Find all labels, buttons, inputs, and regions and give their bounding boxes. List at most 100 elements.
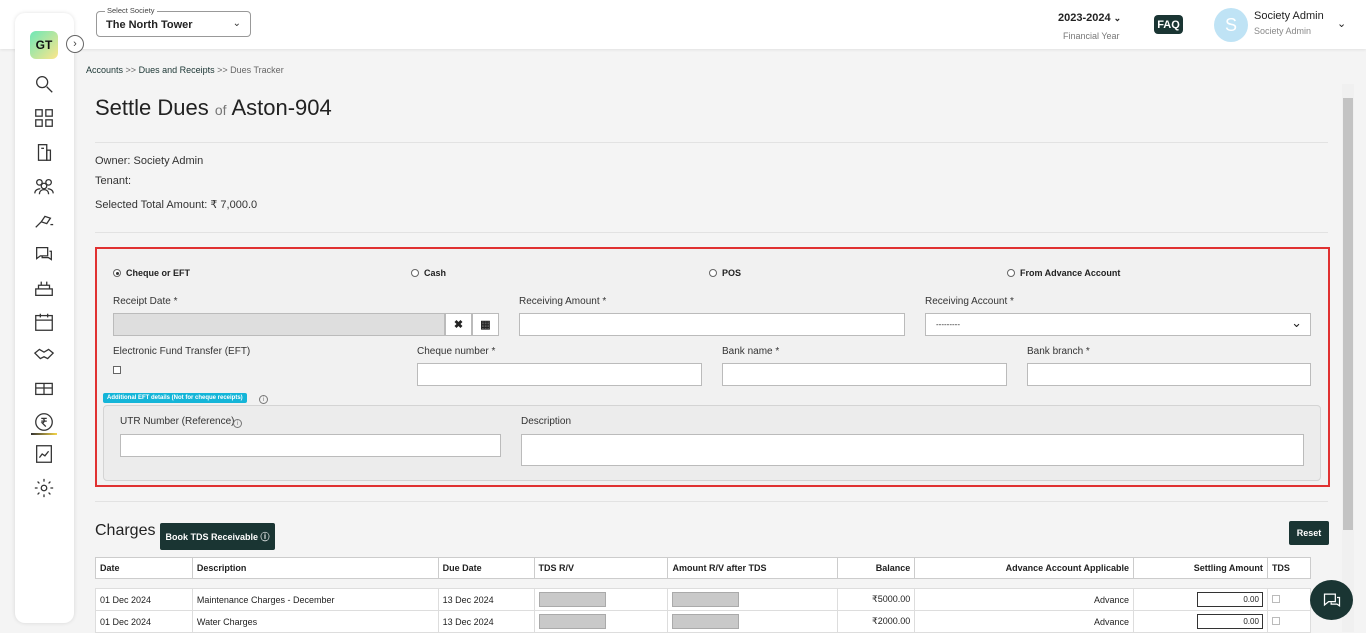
selected-total: Selected Total Amount: ₹ 7,000.0: [95, 199, 258, 211]
calendar-icon[interactable]: [33, 311, 55, 333]
settling-amount-input[interactable]: 0.00: [1196, 614, 1263, 629]
financial-year-select[interactable]: 2023-2024 ⌄: [1058, 12, 1121, 24]
charges-table: Date Description Due Date TDS R/V Amount…: [95, 557, 1312, 633]
radio-dot[interactable]: [709, 269, 717, 277]
sidebar-collapse-icon[interactable]: ›: [66, 35, 84, 53]
society-select-label: Select Society: [105, 6, 157, 15]
cell-advance: Advance: [914, 610, 1135, 633]
users-icon[interactable]: [33, 175, 55, 197]
financial-year-value: 2023-2024: [1058, 12, 1111, 24]
cell-date: 01 Dec 2024: [95, 610, 193, 633]
column-header[interactable]: Due Date: [437, 557, 535, 579]
parking-icon[interactable]: [33, 377, 55, 399]
breadcrumb-accounts[interactable]: Accounts: [86, 65, 123, 75]
column-header[interactable]: Advance Account Applicable: [914, 557, 1135, 579]
bank-branch-input[interactable]: [1027, 363, 1311, 386]
amount-after-tds-input[interactable]: [672, 614, 740, 629]
user-role: Society Admin: [1254, 26, 1312, 36]
tds-checkbox[interactable]: [1271, 616, 1280, 625]
owner-info: Owner: Society Admin: [95, 155, 204, 167]
column-header[interactable]: Amount R/V after TDS: [667, 557, 839, 579]
book-tds-label: Book TDS Receivable: [165, 531, 258, 542]
info-icon[interactable]: i: [233, 419, 242, 428]
radio-dot[interactable]: [411, 269, 419, 277]
building-icon[interactable]: [33, 141, 55, 163]
book-tds-button[interactable]: Book TDS Receivable ⓘ: [160, 523, 275, 550]
column-header[interactable]: TDS R/V: [533, 557, 669, 579]
column-header[interactable]: Description: [191, 557, 439, 579]
receiving-account-value: ---------: [936, 320, 960, 329]
support-chat-button[interactable]: [1310, 580, 1353, 620]
receiving-account-select[interactable]: --------- ⌄: [925, 313, 1311, 336]
column-header[interactable]: Settling Amount: [1133, 557, 1268, 579]
page-title-of: of: [214, 102, 227, 118]
radio-advance-account[interactable]: From Advance Account: [1007, 268, 1120, 278]
faq-button[interactable]: FAQ: [1154, 15, 1183, 34]
cell-advance: Advance: [914, 588, 1135, 611]
receipt-date-input[interactable]: [113, 313, 445, 336]
radio-cheque-eft[interactable]: Cheque or EFT: [113, 268, 190, 278]
radio-label: Cash: [424, 268, 447, 278]
tds-checkbox[interactable]: [1271, 594, 1280, 603]
utr-label: UTR Number (Reference): [120, 416, 235, 427]
calendar-picker-icon[interactable]: ▦: [472, 313, 499, 336]
receipt-date-label: Receipt Date *: [113, 296, 178, 307]
chat-icon[interactable]: [33, 243, 55, 265]
cell-description: Water Charges: [191, 610, 439, 633]
cell-tds: [533, 610, 669, 633]
radio-pos[interactable]: POS: [709, 268, 741, 278]
radio-dot[interactable]: [1007, 269, 1015, 277]
column-header[interactable]: Balance: [837, 557, 916, 579]
radio-dot[interactable]: [113, 269, 121, 277]
tds-input[interactable]: [538, 614, 606, 629]
maintenance-icon[interactable]: [33, 209, 55, 231]
chevron-down-icon: ⌄: [1113, 13, 1122, 23]
cheque-number-input[interactable]: [417, 363, 702, 386]
radio-cash[interactable]: Cash: [411, 268, 446, 278]
description-label: Description: [521, 416, 572, 427]
receiving-amount-input[interactable]: [519, 313, 905, 336]
receiving-account-label: Receiving Account *: [925, 296, 1014, 307]
handshake-icon[interactable]: [33, 343, 55, 365]
cell-amount-after-tds: [667, 588, 839, 611]
page-title: Settle Dues of Aston-904: [95, 95, 332, 121]
breadcrumb-dues[interactable]: Dues and Receipts: [139, 65, 215, 75]
avatar[interactable]: S: [1214, 8, 1248, 42]
radio-label: POS: [722, 268, 742, 278]
utr-input[interactable]: [120, 434, 501, 457]
eft-details-badge: Additional EFT details (Not for cheque r…: [103, 393, 247, 403]
breadcrumb: Accounts >> Dues and Receipts >> Dues Tr…: [86, 65, 284, 75]
search-icon[interactable]: [33, 73, 55, 95]
top-bar: Select Society The North Tower ⌄ 2023-20…: [0, 0, 1366, 49]
app-logo[interactable]: GT: [30, 31, 58, 59]
dashboard-icon[interactable]: [33, 107, 55, 129]
eft-label: Electronic Fund Transfer (EFT): [113, 346, 251, 357]
column-header[interactable]: TDS: [1266, 557, 1312, 579]
table-row: 01 Dec 2024 Maintenance Charges - Decemb…: [95, 588, 1312, 611]
settling-amount-input[interactable]: 0.00: [1196, 592, 1263, 607]
eft-checkbox[interactable]: [113, 366, 121, 374]
rupee-icon[interactable]: [33, 411, 55, 433]
cell-tds-check: [1266, 610, 1312, 633]
description-textarea[interactable]: [521, 434, 1304, 466]
user-menu-chevron-icon[interactable]: ⌄: [1337, 17, 1346, 30]
info-icon[interactable]: i: [259, 395, 268, 404]
amount-after-tds-input[interactable]: [672, 592, 740, 607]
cell-tds-check: [1266, 588, 1312, 611]
report-icon[interactable]: [33, 443, 55, 465]
cell-due-date: 13 Dec 2024: [437, 610, 535, 633]
settings-icon[interactable]: [33, 477, 55, 499]
cell-description: Maintenance Charges - December: [191, 588, 439, 611]
clear-date-icon[interactable]: ✖: [445, 313, 472, 336]
scrollbar-thumb[interactable]: [1343, 98, 1353, 530]
column-header[interactable]: Date: [95, 557, 193, 579]
reset-button[interactable]: Reset: [1289, 521, 1329, 545]
facilities-icon[interactable]: [33, 277, 55, 299]
spacer: [95, 578, 1311, 589]
cell-date: 01 Dec 2024: [95, 588, 193, 611]
society-select[interactable]: Select Society The North Tower ⌄: [96, 6, 251, 37]
tds-input[interactable]: [538, 592, 606, 607]
bank-name-input[interactable]: [722, 363, 1007, 386]
sidebar: GT ›: [15, 13, 84, 623]
page-scrollbar[interactable]: [1342, 84, 1354, 632]
